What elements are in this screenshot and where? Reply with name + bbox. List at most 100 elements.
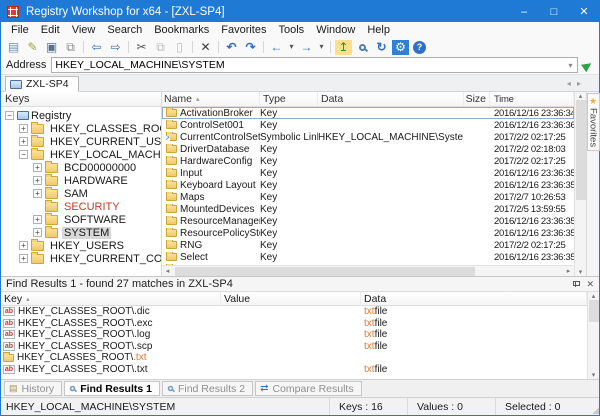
key-row-hardwareconfig[interactable]: HardwareConfigKey2017/2/2 02:17:25	[162, 155, 574, 167]
address-input[interactable]	[52, 59, 564, 71]
vertical-scroll-thumb[interactable]	[576, 100, 586, 200]
find-scroll-down-icon[interactable]: ▾	[588, 371, 599, 379]
key-row-maps[interactable]: MapsKey2017/2/7 10:26:53	[162, 191, 574, 203]
key-row-keyboard-layout[interactable]: Keyboard LayoutKey2016/12/16 23:36:35	[162, 179, 574, 191]
forward-history-dropdown-icon[interactable]: ▾	[316, 39, 327, 56]
save-icon[interactable]: ▣	[42, 39, 61, 56]
menu-view[interactable]: View	[66, 23, 102, 37]
tree-item-software[interactable]: +SOFTWARE	[1, 213, 161, 226]
menu-file[interactable]: File	[5, 23, 35, 37]
find-result-row[interactable]: abHKEY_CLASSES_ROOT\.exctxtfile	[1, 318, 587, 330]
go-arrow-icon[interactable]: ▶	[576, 55, 598, 76]
horizontal-scrollbar[interactable]: ◂ ▸	[162, 265, 574, 276]
key-row-rng[interactable]: RNGKey2017/2/2 02:17:25	[162, 239, 574, 251]
find-result-row[interactable]: abHKEY_CLASSES_ROOT\.dictxtfile	[1, 306, 587, 318]
back-icon[interactable]: ←	[267, 39, 286, 56]
session-tab-zxl-sp4[interactable]: ZXL-SP4	[5, 76, 79, 92]
expand-icon[interactable]: +	[33, 163, 42, 172]
open-registry-icon[interactable]: ▤	[4, 39, 23, 56]
column-header-time[interactable]: Time	[490, 92, 574, 106]
horizontal-scroll-thumb[interactable]	[175, 267, 475, 276]
tree-item-system[interactable]: +SYSTEM	[1, 226, 161, 239]
menu-tools[interactable]: Tools	[273, 23, 311, 37]
column-header-size[interactable]: Size	[464, 92, 490, 106]
scroll-down-icon[interactable]: ▾	[575, 268, 586, 276]
result-tab-history[interactable]: ▤History	[4, 381, 62, 396]
undo-icon[interactable]: ↶	[222, 39, 241, 56]
expand-icon[interactable]: +	[33, 176, 42, 185]
vertical-scrollbar[interactable]: ▴ ▾	[574, 92, 586, 276]
copy-icon[interactable]: ⧉	[151, 39, 170, 56]
panel-close-icon[interactable]: ✕	[586, 279, 594, 290]
key-row-resourcepolicystore[interactable]: ResourcePolicyStoreKey2016/12/16 23:36:3…	[162, 227, 574, 239]
tree-item-registry[interactable]: −Registry	[1, 109, 161, 122]
find-result-row[interactable]: HKEY_CLASSES_ROOT\.txt	[1, 352, 587, 364]
key-row-resourcemanager[interactable]: ResourceManagerKey2016/12/16 23:36:35	[162, 215, 574, 227]
search-icon[interactable]	[353, 39, 372, 56]
find-result-row[interactable]: abHKEY_CLASSES_ROOT\.txttxtfile	[1, 364, 587, 376]
key-row-driverdatabase[interactable]: DriverDatabaseKey2017/2/2 02:18:03	[162, 143, 574, 155]
paste-icon[interactable]: ▯	[170, 39, 189, 56]
menu-bookmarks[interactable]: Bookmarks	[148, 23, 215, 37]
find-vertical-scrollbar[interactable]: ▴ ▾	[587, 292, 599, 379]
collapse-icon[interactable]: −	[5, 111, 14, 120]
tab-scroll-arrows[interactable]: ◂ ▸	[567, 79, 583, 88]
expand-icon[interactable]: +	[19, 241, 28, 250]
tree-item-hkey-current-user[interactable]: +HKEY_CURRENT_USER	[1, 135, 161, 148]
expand-icon[interactable]: +	[33, 189, 42, 198]
key-row-currentcontrolset[interactable]: CurrentControlSetSymbolic LinkHKEY_LOCAL…	[162, 131, 574, 143]
forward-icon[interactable]: →	[297, 39, 316, 56]
minimize-button[interactable]: –	[509, 1, 539, 22]
add-favorite-icon[interactable]: ↥	[335, 40, 352, 55]
resize-grip[interactable]: ◢	[587, 398, 599, 415]
column-header-data[interactable]: Data	[361, 292, 587, 305]
collapse-icon[interactable]: −	[19, 150, 28, 159]
tree-item-bcd00000000[interactable]: +BCD00000000	[1, 161, 161, 174]
expand-icon[interactable]: +	[33, 228, 42, 237]
scroll-right-icon[interactable]: ▸	[563, 267, 574, 275]
close-button[interactable]: ✕	[569, 1, 599, 22]
tree-item-hkey-local-machine[interactable]: −HKEY_LOCAL_MACHINE	[1, 148, 161, 161]
find-scroll-thumb[interactable]	[589, 300, 599, 322]
menu-edit[interactable]: Edit	[35, 23, 66, 37]
favorites-tab[interactable]: ★ Favorites	[587, 93, 600, 151]
tree-item-hkey-current-config[interactable]: +HKEY_CURRENT_CONFIG	[1, 252, 161, 265]
back-history-dropdown-icon[interactable]: ▾	[286, 39, 297, 56]
tree-item-sam[interactable]: +SAM	[1, 187, 161, 200]
menu-search[interactable]: Search	[101, 23, 148, 37]
column-header-name[interactable]: Name▴	[162, 92, 260, 106]
help-icon[interactable]: ?	[410, 39, 429, 56]
tree-item-security[interactable]: SECURITY	[1, 200, 161, 213]
column-header-data[interactable]: Data	[318, 92, 464, 106]
edit-icon[interactable]: ✎	[23, 39, 42, 56]
cut-icon[interactable]: ✂	[132, 39, 151, 56]
tree-item-hkey-classes-root[interactable]: +HKEY_CLASSES_ROOT	[1, 122, 161, 135]
key-row-activationbroker[interactable]: ActivationBrokerKey2016/12/16 23:36:34	[162, 107, 574, 119]
prev-key-icon[interactable]: ⇦	[87, 39, 106, 56]
pin-icon[interactable]	[571, 280, 580, 289]
result-tab-compare-results[interactable]: ⇄Compare Results	[255, 381, 362, 396]
column-header-type[interactable]: Type	[260, 92, 318, 106]
result-tab-find-results-1[interactable]: Find Results 1	[64, 381, 160, 396]
redo-icon[interactable]: ↷	[241, 39, 260, 56]
column-header-value[interactable]: Value	[221, 292, 361, 305]
menu-favorites[interactable]: Favorites	[215, 23, 272, 37]
expand-icon[interactable]: +	[19, 137, 28, 146]
scroll-up-icon[interactable]: ▴	[575, 92, 586, 100]
key-row-mounteddevices[interactable]: MountedDevicesKey2017/2/5 13:59:55	[162, 203, 574, 215]
next-key-icon[interactable]: ⇨	[106, 39, 125, 56]
menu-help[interactable]: Help	[361, 23, 396, 37]
refresh-icon[interactable]: ↻	[372, 39, 391, 56]
find-result-row[interactable]: abHKEY_CLASSES_ROOT\.logtxtfile	[1, 329, 587, 341]
key-row-controlset001[interactable]: ControlSet001Key2016/12/16 23:36:36	[162, 119, 574, 131]
tree-item-hkey-users[interactable]: +HKEY_USERS	[1, 239, 161, 252]
expand-icon[interactable]: +	[19, 124, 28, 133]
expand-icon[interactable]: +	[33, 215, 42, 224]
find-scroll-up-icon[interactable]: ▴	[588, 292, 599, 300]
options-icon[interactable]: ⚙	[392, 40, 409, 55]
result-tab-find-results-2[interactable]: Find Results 2	[162, 381, 253, 396]
find-result-row[interactable]: abHKEY_CLASSES_ROOT\.scptxtfile	[1, 341, 587, 353]
export-icon[interactable]: ⧉	[61, 39, 80, 56]
expand-icon[interactable]: +	[19, 254, 28, 263]
column-header-key[interactable]: Key▴	[1, 292, 221, 305]
